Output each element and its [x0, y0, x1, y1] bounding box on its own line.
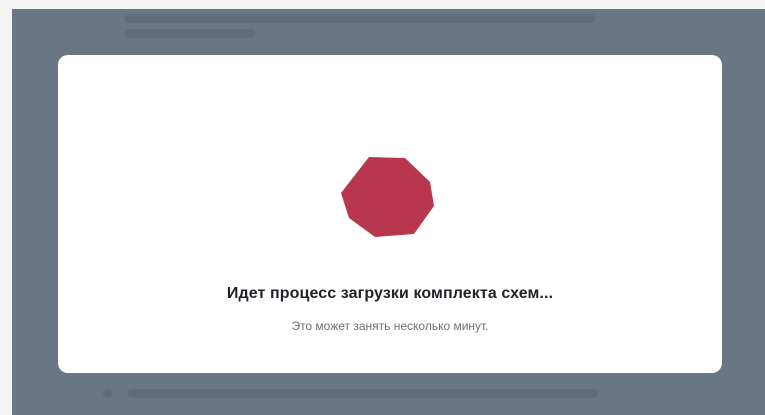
underlying-text-line [128, 389, 598, 398]
loading-modal: Идет процесс загрузки комплекта схем... … [58, 55, 722, 373]
underlying-page-edge-top [0, 0, 765, 9]
underlying-text-line [125, 14, 595, 23]
loading-subtitle: Это может занять несколько минут. [291, 319, 489, 333]
spinner-shape [341, 157, 434, 237]
underlying-page-edge-left [0, 0, 12, 415]
loading-spinner-icon [341, 155, 435, 239]
underlying-list-bullet [103, 389, 112, 398]
underlying-text-line [125, 29, 255, 38]
loading-title: Идет процесс загрузки комплекта схем... [226, 285, 554, 302]
